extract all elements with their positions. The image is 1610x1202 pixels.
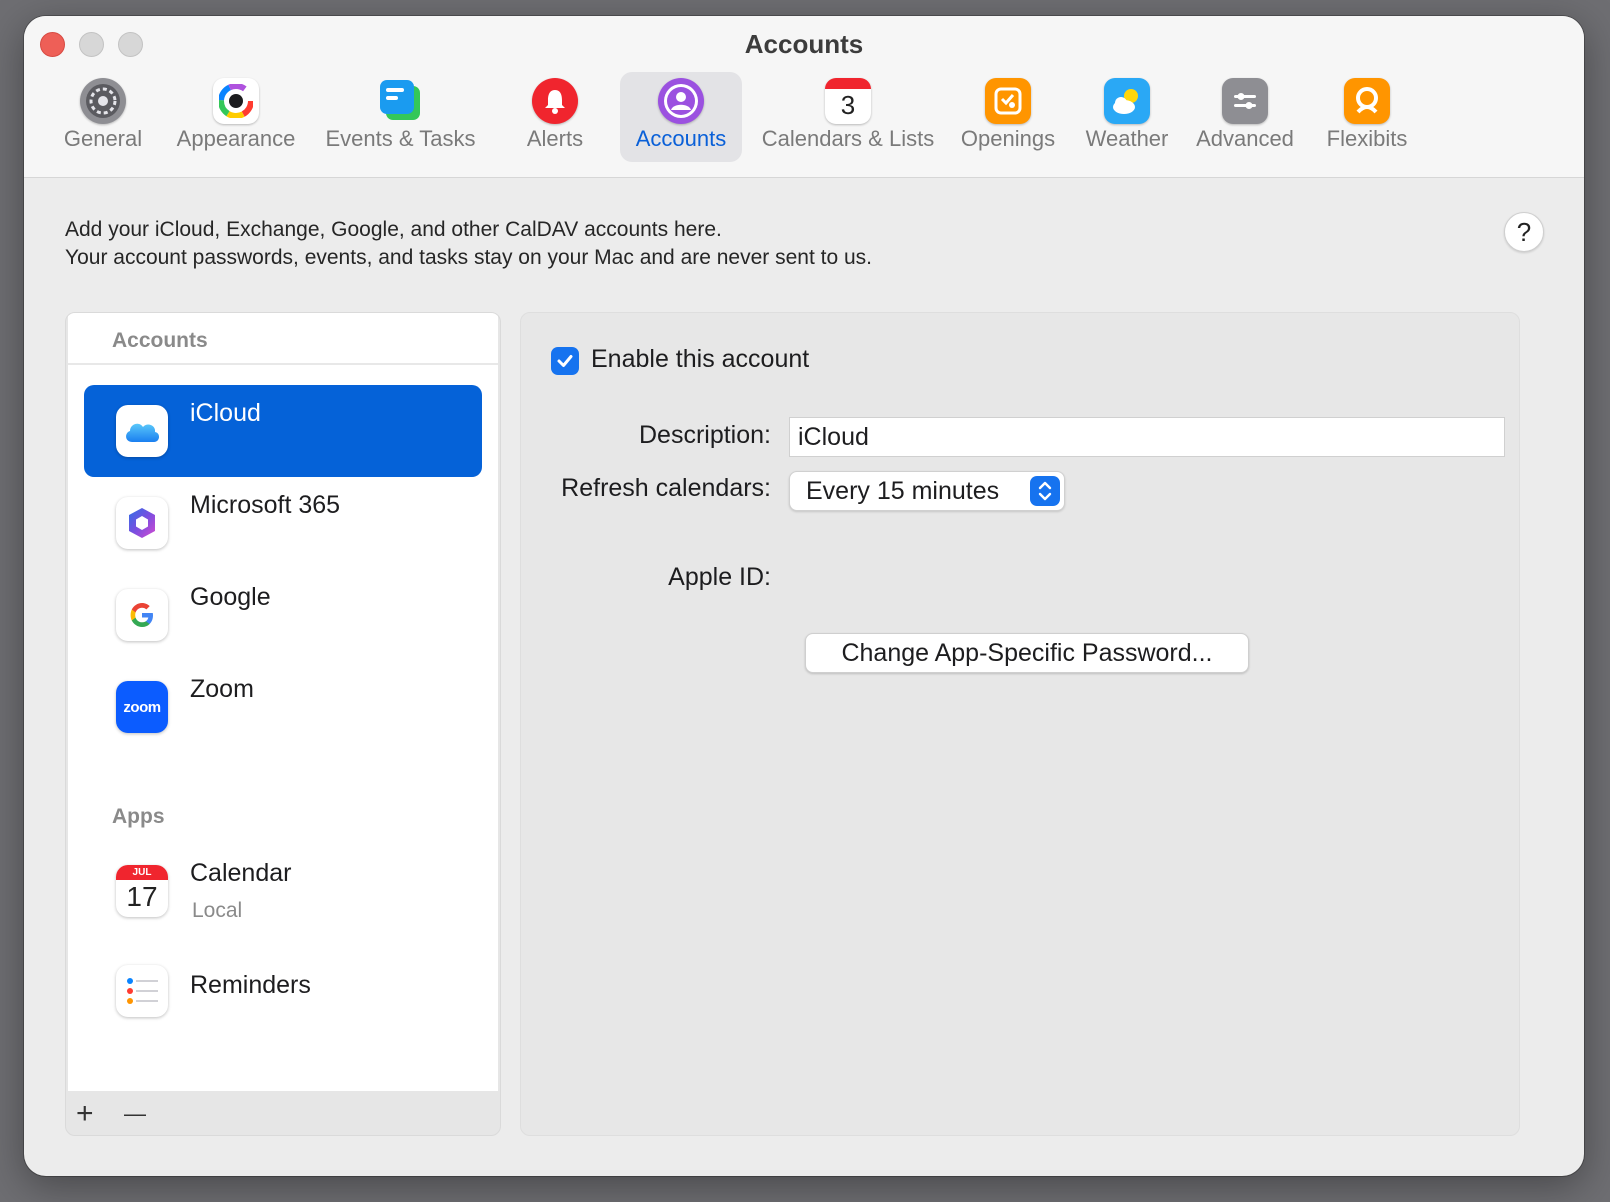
bell-icon: [532, 78, 578, 124]
app-source: Local: [192, 899, 243, 922]
enable-account-checkbox[interactable]: [551, 347, 579, 375]
sliders-icon: [1222, 78, 1268, 124]
color-wheel-icon: [213, 78, 259, 124]
preferences-window: Accounts General Appearance Events & Tas…: [24, 16, 1584, 1176]
account-name: Microsoft 365: [190, 491, 341, 519]
account-row-icloud[interactable]: iCloud: [84, 385, 482, 477]
add-account-button[interactable]: +: [76, 1099, 94, 1129]
tab-accounts[interactable]: Accounts: [620, 72, 742, 162]
remove-account-button[interactable]: —: [124, 1099, 146, 1129]
checkmark-icon: [557, 355, 573, 367]
accounts-section-header: Accounts: [112, 329, 208, 352]
refresh-calendars-popup[interactable]: Every 15 minutes: [789, 471, 1065, 511]
zoom-logo-text: zoom: [123, 698, 161, 716]
app-row-calendar[interactable]: JUL 17 Calendar Local: [84, 845, 482, 937]
microsoft-365-icon: [116, 497, 168, 549]
calendar-month: JUL: [116, 865, 168, 880]
toolbar: Accounts General Appearance Events & Tas…: [24, 16, 1584, 178]
help-button[interactable]: ?: [1504, 212, 1544, 252]
calendar-icon: 3: [825, 78, 871, 124]
account-row-microsoft-365[interactable]: Microsoft 365: [84, 477, 482, 569]
tab-general[interactable]: General: [52, 72, 154, 162]
account-detail-panel: Enable this account Description: iCloud …: [520, 312, 1520, 1136]
intro-line-1: Add your iCloud, Exchange, Google, and o…: [65, 218, 722, 241]
list-footer: + —: [66, 1095, 500, 1135]
app-name: Calendar: [190, 859, 292, 887]
description-label: Description:: [639, 421, 771, 449]
refresh-calendars-label: Refresh calendars:: [561, 474, 771, 502]
accounts-list: Accounts iCloud Microsoft 365 Google zoo…: [68, 313, 498, 1091]
description-field[interactable]: iCloud: [789, 417, 1505, 457]
tab-openings[interactable]: Openings: [956, 72, 1060, 162]
icloud-icon: [116, 405, 168, 457]
events-tasks-icon: [378, 78, 424, 124]
refresh-value: Every 15 minutes: [806, 477, 1000, 505]
calendar-day: 17: [126, 881, 158, 912]
app-name: Reminders: [190, 971, 311, 999]
person-icon: [658, 78, 704, 124]
flexibits-icon: [1344, 78, 1390, 124]
window-title: Accounts: [744, 29, 864, 59]
reminders-icon: [116, 965, 168, 1017]
intro-line-2: Your account passwords, events, and task…: [65, 246, 873, 269]
tab-calendars-lists[interactable]: 3 Calendars & Lists: [752, 72, 944, 162]
tab-alerts[interactable]: Alerts: [504, 72, 606, 162]
tab-events-tasks[interactable]: Events & Tasks: [317, 72, 485, 162]
account-name: Zoom: [190, 675, 254, 703]
account-row-zoom[interactable]: zoom Zoom: [84, 661, 482, 753]
tab-advanced[interactable]: Advanced: [1192, 72, 1298, 162]
enable-account-label[interactable]: Enable this account: [591, 345, 809, 374]
tab-weather[interactable]: Weather: [1082, 72, 1172, 162]
calendar-app-icon: JUL 17: [116, 865, 168, 917]
calendar-header: [825, 78, 871, 89]
account-row-google[interactable]: Google: [84, 569, 482, 661]
tab-appearance[interactable]: Appearance: [168, 72, 304, 162]
change-app-password-button[interactable]: Change App-Specific Password...: [805, 633, 1249, 673]
openings-icon: [985, 78, 1031, 124]
popup-chevrons-icon: [1030, 476, 1060, 506]
weather-icon: [1104, 78, 1150, 124]
apps-section-header: Apps: [112, 805, 165, 828]
apple-id-label: Apple ID:: [668, 563, 771, 591]
app-row-reminders[interactable]: Reminders: [84, 945, 482, 1037]
google-icon: [116, 589, 168, 641]
accounts-list-panel: Accounts iCloud Microsoft 365 Google zoo…: [65, 312, 501, 1136]
header-divider: [68, 363, 498, 365]
zoom-icon: zoom: [116, 681, 168, 733]
account-name: Google: [190, 583, 271, 611]
intro-text: Add your iCloud, Exchange, Google, and o…: [65, 216, 872, 272]
gear-icon: [80, 78, 126, 124]
tab-flexibits[interactable]: Flexibits: [1312, 72, 1422, 162]
account-name: iCloud: [190, 399, 261, 427]
calendar-badge: 3: [840, 90, 856, 120]
